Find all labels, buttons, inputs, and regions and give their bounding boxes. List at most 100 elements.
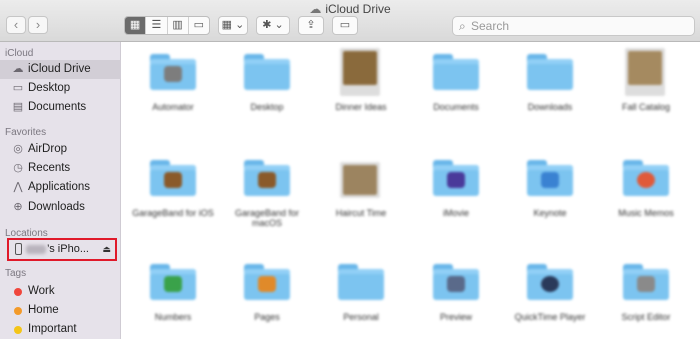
folder-icon — [433, 264, 479, 300]
file-item[interactable]: Automator — [126, 42, 220, 142]
sidebar-item-label: Downloads — [28, 201, 85, 213]
sidebar-item-iphone[interactable]: ’s iPho... ⏏ — [7, 238, 117, 261]
sidebar-item-applications[interactable]: ⋀ Applications — [0, 178, 121, 197]
file-label: Script Editor — [621, 312, 671, 322]
document-thumbnail-icon — [625, 48, 665, 96]
iphone-icon — [15, 243, 22, 255]
sidebar-item-label: Desktop — [28, 82, 71, 94]
file-grid: Automator Desktop Dinner Ideas Documents… — [121, 42, 700, 339]
file-item[interactable]: iMovie — [409, 148, 503, 248]
file-label: Numbers — [154, 312, 192, 322]
file-label: GarageBand for iOS — [132, 208, 214, 218]
file-item[interactable]: Desktop — [220, 42, 314, 142]
sidebar-item-downloads[interactable]: ⊕ Downloads — [0, 198, 121, 217]
file-item[interactable]: Keynote — [503, 148, 597, 248]
tag-dot-icon — [14, 288, 22, 296]
sidebar-item-documents[interactable]: ▤ Documents — [0, 98, 121, 117]
section-header-icloud: iCloud — [5, 48, 34, 59]
tag-dot-icon — [14, 326, 22, 334]
cloud-icon: ☁ — [309, 2, 322, 16]
file-item[interactable]: Dinner Ideas — [314, 42, 408, 142]
file-label: Personal — [343, 312, 379, 322]
file-item[interactable]: Haircut Time — [314, 148, 408, 248]
file-label: Downloads — [527, 102, 573, 112]
icon-view-button[interactable]: ▦ — [125, 17, 147, 34]
file-label: iMovie — [442, 208, 469, 218]
sidebar-item-label: Recents — [28, 162, 71, 174]
file-label: QuickTime Player — [514, 312, 586, 322]
documents-icon: ▤ — [12, 101, 24, 113]
file-label: Keynote — [533, 208, 567, 218]
section-header-tags: Tags — [5, 268, 27, 279]
folder-icon — [623, 160, 669, 196]
file-label: Dinner Ideas — [335, 102, 387, 112]
file-item[interactable]: Script Editor — [599, 252, 693, 339]
file-item[interactable]: GarageBand for iOS — [126, 148, 220, 248]
folder-icon — [244, 264, 290, 300]
forward-button[interactable]: › — [28, 16, 48, 34]
folder-icon — [338, 264, 384, 300]
share-button[interactable]: ⇪ — [298, 16, 324, 35]
cloud-icon: ☁ — [12, 63, 24, 75]
file-label: Haircut Time — [335, 208, 387, 218]
sidebar-item-label: Applications — [28, 181, 91, 193]
sidebar-item-recents[interactable]: ◷ Recents — [0, 159, 121, 178]
window-title: ☁ iCloud Drive — [309, 2, 391, 16]
device-label: ’s iPho... — [47, 243, 89, 255]
folder-icon — [244, 160, 290, 196]
sidebar-item-label: Important — [28, 323, 77, 335]
clock-icon: ◷ — [13, 162, 23, 174]
search-icon: ⌕ — [459, 19, 466, 33]
sidebar-item-icloud-drive[interactable]: ☁ iCloud Drive — [0, 60, 121, 79]
section-header-favorites: Favorites — [5, 127, 47, 138]
file-label: Desktop — [250, 102, 284, 112]
folder-icon — [433, 54, 479, 90]
image-thumbnail-icon — [340, 162, 380, 198]
sidebar-item-label: iCloud Drive — [28, 63, 91, 75]
desktop-icon: ▭ — [12, 82, 24, 94]
sidebar-item-tag-home[interactable]: Home — [0, 301, 121, 320]
file-label: Fall Catalog — [621, 102, 671, 112]
group-by-button[interactable]: ▦ ⌄ — [218, 16, 248, 35]
airdrop-icon: ◎ — [13, 143, 23, 155]
file-item[interactable]: Downloads — [503, 42, 597, 142]
folder-icon — [527, 160, 573, 196]
sidebar-item-label: Home — [28, 304, 59, 316]
applications-icon: ⋀ — [13, 181, 23, 193]
file-item[interactable]: Documents — [409, 42, 503, 142]
file-label: Automator — [152, 102, 194, 112]
file-item[interactable]: Fall Catalog — [599, 42, 693, 142]
sidebar-item-tag-work[interactable]: Work — [0, 282, 121, 301]
download-icon: ⊕ — [13, 201, 23, 213]
file-item[interactable]: Preview — [409, 252, 503, 339]
list-view-button[interactable]: ☰ — [146, 17, 168, 34]
search-input[interactable] — [471, 18, 686, 34]
gallery-view-button[interactable]: ▭ — [189, 17, 209, 34]
eject-icon[interactable]: ⏏ — [102, 240, 111, 259]
action-button[interactable]: ✱ ⌄ — [256, 16, 290, 35]
file-item[interactable]: Numbers — [126, 252, 220, 339]
folder-icon — [433, 160, 479, 196]
file-item[interactable]: GarageBand for macOS — [220, 148, 314, 248]
sidebar-item-desktop[interactable]: ▭ Desktop — [0, 79, 121, 98]
tag-button[interactable]: ▭ — [332, 16, 358, 35]
file-label: Documents — [433, 102, 479, 112]
file-label: GarageBand for macOS — [234, 208, 300, 228]
file-label: Music Memos — [618, 208, 674, 218]
view-mode-group: ▦ ☰ ▥ ▭ — [124, 16, 210, 35]
file-item[interactable]: Music Memos — [599, 148, 693, 248]
folder-icon — [623, 264, 669, 300]
sidebar-item-tag-important[interactable]: Important — [0, 320, 121, 339]
redacted-name — [26, 245, 46, 254]
column-view-button[interactable]: ▥ — [168, 17, 189, 34]
sidebar-item-airdrop[interactable]: ◎ AirDrop — [0, 140, 121, 159]
sidebar: iCloud ☁ iCloud Drive ▭ Desktop ▤ Docume… — [0, 42, 121, 339]
file-item[interactable]: QuickTime Player — [503, 252, 597, 339]
back-button[interactable]: ‹ — [6, 16, 26, 34]
sidebar-item-label: Documents — [28, 101, 87, 113]
toolbar: ☁ iCloud Drive ‹ › ▦ ☰ ▥ ▭ ▦ ⌄ ✱ ⌄ ⇪ ▭ ⌕ — [0, 0, 700, 42]
file-item[interactable]: Personal — [314, 252, 408, 339]
file-browser: Automator Desktop Dinner Ideas Documents… — [121, 42, 700, 339]
folder-icon — [150, 160, 196, 196]
file-item[interactable]: Pages — [220, 252, 314, 339]
